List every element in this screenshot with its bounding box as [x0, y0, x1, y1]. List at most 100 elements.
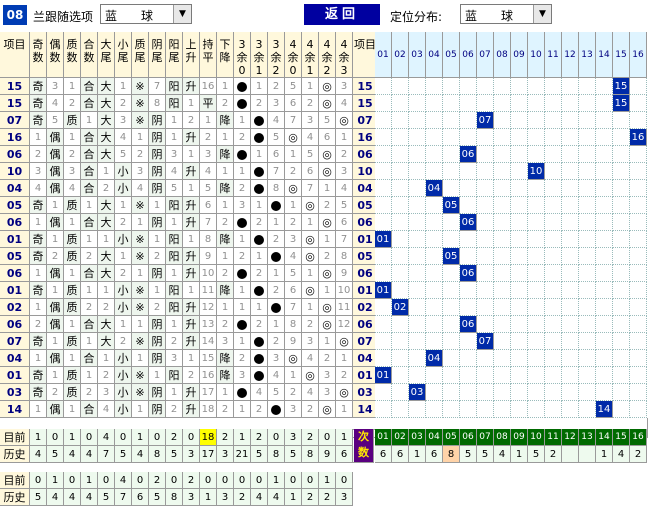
- row-attr-b: 1: [98, 282, 115, 299]
- mod3-hit: [234, 316, 251, 333]
- row-attr-s: 小: [115, 384, 132, 401]
- empty-cell: [613, 180, 630, 197]
- row-attr-d: 降: [217, 112, 234, 129]
- stat-history-value: 8: [149, 446, 166, 463]
- empty-cell: [426, 367, 443, 384]
- mod3-miss: 7: [268, 163, 285, 180]
- row-attr-o: 奇: [30, 333, 47, 350]
- row-attr-o: 2: [30, 316, 47, 333]
- empty-cell: [443, 333, 460, 350]
- row-attr-pw: ※: [132, 282, 149, 299]
- empty-cell: [562, 350, 579, 367]
- stat2-current-value: 1: [319, 472, 336, 489]
- empty-cell: [443, 316, 460, 333]
- empty-cell: [494, 316, 511, 333]
- empty-cell: [579, 231, 596, 248]
- row-attr-e: 1: [47, 282, 64, 299]
- mod3-miss: 3: [234, 197, 251, 214]
- mod4-miss: 1: [336, 129, 353, 146]
- empty-cell: [494, 367, 511, 384]
- empty-cell: [392, 350, 409, 367]
- empty-cell: [630, 299, 647, 316]
- empty-cell: [426, 129, 443, 146]
- empty-cell: [579, 163, 596, 180]
- empty-cell: [460, 112, 477, 129]
- empty-cell: [545, 282, 562, 299]
- empty-cell: [630, 350, 647, 367]
- empty-cell: [392, 367, 409, 384]
- stat-current-value: 0: [115, 429, 132, 446]
- empty-cell: [596, 129, 613, 146]
- stat-history-value: 5: [115, 446, 132, 463]
- empty-cell: [562, 333, 579, 350]
- row-attr-yi: 阴: [149, 401, 166, 418]
- mod3-hit: [234, 265, 251, 282]
- stat2-history-value: 7: [115, 489, 132, 506]
- empty-cell: [426, 231, 443, 248]
- empty-cell: [596, 163, 613, 180]
- stat2-history-value: 4: [81, 489, 98, 506]
- empty-cell: [579, 112, 596, 129]
- row-attr-d: 1: [217, 197, 234, 214]
- empty-cell: [579, 299, 596, 316]
- empty-cell: [375, 316, 392, 333]
- mod4-miss: 7: [336, 231, 353, 248]
- mod4-miss: 1: [319, 180, 336, 197]
- row-attr-f: 平: [200, 95, 217, 112]
- row-attr-h: 合: [81, 401, 98, 418]
- return-button[interactable]: 返回: [304, 4, 380, 25]
- empty-cell: [596, 384, 613, 401]
- column-header: 持平: [200, 32, 217, 78]
- mod4-miss: 1: [336, 401, 353, 418]
- chevron-down-icon[interactable]: ▼: [173, 5, 191, 23]
- empty-cell: [511, 265, 528, 282]
- empty-cell: [409, 163, 426, 180]
- mod4-miss: 2: [302, 401, 319, 418]
- row-attr-f: 17: [200, 384, 217, 401]
- row-attr-u: 1: [183, 350, 200, 367]
- dot-icon: [254, 184, 264, 194]
- row-attr-ya: 2: [166, 333, 183, 350]
- number-column-header: 16: [630, 32, 647, 78]
- stat-current-value: 2: [251, 429, 268, 446]
- position-select[interactable]: 蓝 球 ▼: [460, 4, 552, 24]
- empty-cell: [596, 112, 613, 129]
- empty-cell: [443, 350, 460, 367]
- empty-cell: [528, 299, 545, 316]
- empty-cell: [443, 112, 460, 129]
- mod3-hit: [234, 146, 251, 163]
- empty-cell: [409, 129, 426, 146]
- dot-icon: [254, 337, 264, 347]
- row-attr-s: 小: [115, 180, 132, 197]
- row-attr-u: 升: [183, 384, 200, 401]
- row-attr-u: 2: [183, 367, 200, 384]
- row-number: 06: [0, 146, 30, 163]
- row-attr-b: 2: [98, 367, 115, 384]
- empty-cell: [596, 350, 613, 367]
- empty-cell: [443, 299, 460, 316]
- row-attr-p: 质: [64, 231, 81, 248]
- chevron-down-icon[interactable]: ▼: [533, 5, 551, 23]
- empty-cell: [528, 333, 545, 350]
- num-stat-header: 10: [528, 429, 545, 446]
- mod4-miss: 4: [336, 95, 353, 112]
- empty-cell: [494, 95, 511, 112]
- empty-cell: [392, 316, 409, 333]
- mod3-miss: 2: [251, 214, 268, 231]
- option-select[interactable]: 蓝 球 ▼: [100, 4, 192, 24]
- mod4-miss: 1: [302, 299, 319, 316]
- row-attr-f: 15: [200, 350, 217, 367]
- row-attr-p: 1: [64, 214, 81, 231]
- empty-cell: [494, 78, 511, 95]
- empty-cell: [579, 146, 596, 163]
- mod4-miss: 2: [319, 197, 336, 214]
- row-attr-p: 2: [64, 95, 81, 112]
- mod4-miss: 1: [285, 367, 302, 384]
- empty-cell: [460, 248, 477, 265]
- row-attr-u: 升: [183, 197, 200, 214]
- empty-cell: [528, 129, 545, 146]
- row-attr-ya: 1: [166, 316, 183, 333]
- empty-cell: [409, 146, 426, 163]
- mod4-hit: ◎: [302, 248, 319, 265]
- empty-cell: [596, 95, 613, 112]
